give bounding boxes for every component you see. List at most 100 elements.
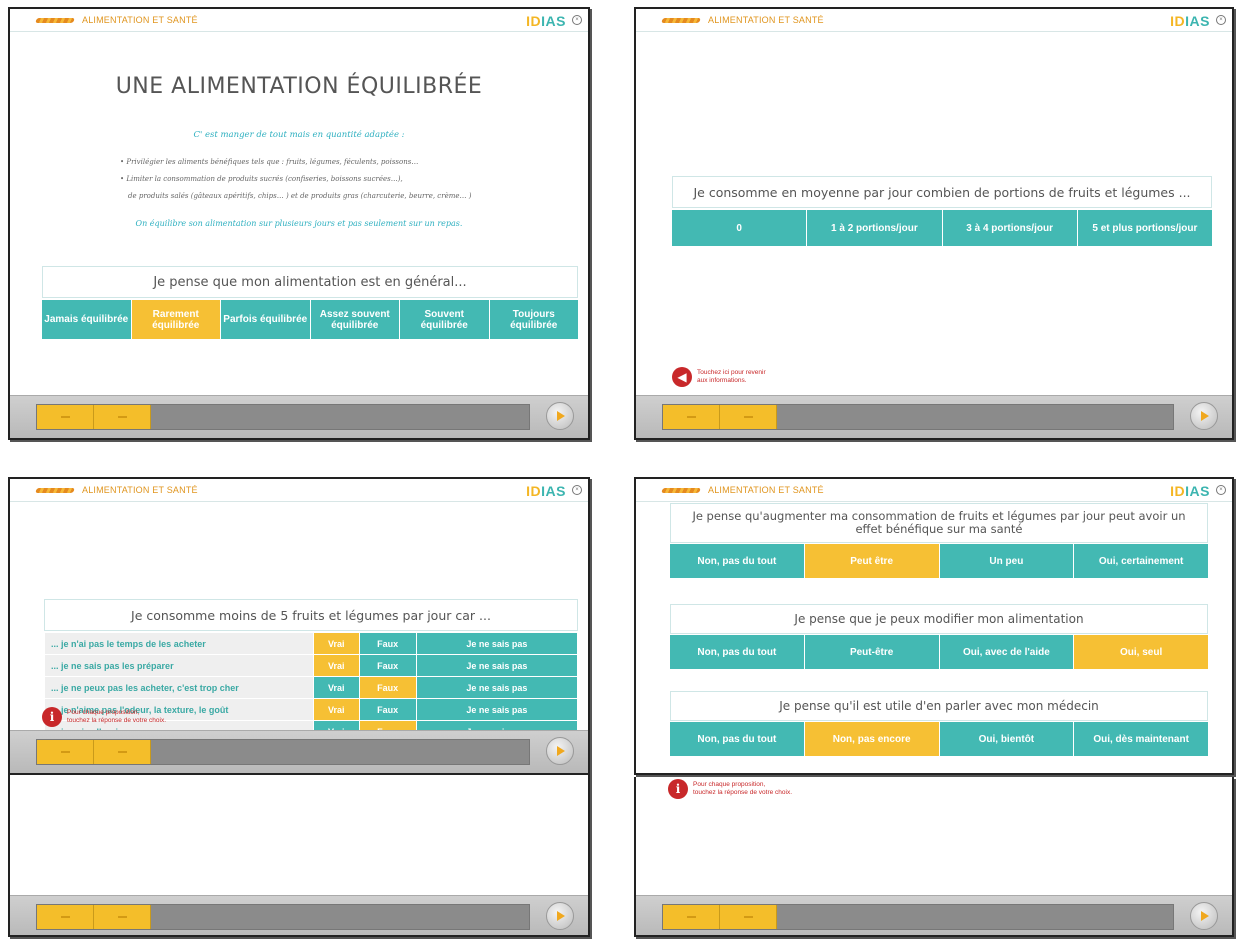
brand: ALIMENTATION ET SANTÉ: [35, 14, 198, 26]
next-play-icon[interactable]: [1190, 402, 1218, 430]
bullet-text: de produits salés (gâteaux apéritifs, ch…: [128, 192, 472, 200]
answer-cell[interactable]: Faux: [358, 676, 417, 699]
nav-button-1[interactable]: [37, 405, 94, 429]
progress-bar: [662, 404, 1174, 430]
option-jamais[interactable]: Jamais équilibrée: [42, 300, 132, 339]
note-text: On équilibre son alimentation sur plusie…: [135, 219, 463, 228]
option[interactable]: Peut être: [804, 544, 940, 578]
header: ALIMENTATION ET SANTÉ IDIAS ×: [10, 479, 588, 501]
hint-text: Touchez ici pour revenir aux informations…: [697, 369, 766, 384]
option[interactable]: Oui, certainement: [1074, 544, 1208, 578]
table-row: ... je n'ai pas le temps de les acheter V…: [44, 632, 579, 655]
header: ALIMENTATION ET SANTÉ IDIAS ×: [636, 479, 1232, 501]
option[interactable]: Oui, bientôt: [939, 722, 1075, 756]
answer-cell[interactable]: Je ne sais pas: [415, 654, 579, 677]
answer-cell[interactable]: Je ne sais pas: [415, 698, 579, 721]
nav-button-2[interactable]: [94, 405, 151, 429]
idias-logo: IDIAS: [1170, 483, 1210, 499]
idias-logo: IDIAS: [526, 483, 566, 499]
option-1-2[interactable]: 1 à 2 portions/jour: [807, 210, 943, 246]
nav-button-1[interactable]: [663, 905, 720, 929]
progress-bar: [36, 739, 530, 765]
screen-beliefs: ALIMENTATION ET SANTÉ IDIAS × Je pense q…: [634, 477, 1234, 775]
footer-bar: [636, 395, 1232, 438]
table-row: ... je ne peux pas les acheter, c'est tr…: [44, 676, 579, 699]
option-assez-souvent[interactable]: Assez souvent équilibrée: [310, 300, 400, 339]
option-souvent[interactable]: Souvent équilibrée: [400, 300, 490, 339]
reason-label: ... je n'ai pas le temps de les acheter: [44, 632, 314, 655]
option[interactable]: Oui, seul: [1074, 635, 1208, 669]
option[interactable]: Un peu: [939, 544, 1075, 578]
brand: ALIMENTATION ET SANTÉ: [35, 484, 198, 496]
info-icon: i: [42, 707, 62, 727]
brand-title: ALIMENTATION ET SANTÉ: [708, 485, 824, 495]
brand-logo-icon: [35, 487, 75, 493]
close-icon[interactable]: ×: [1216, 15, 1226, 25]
nav-button-2[interactable]: [94, 905, 151, 929]
brand-title: ALIMENTATION ET SANTÉ: [82, 15, 198, 25]
hint-text: Pour chaque proposition, touchez la répon…: [67, 709, 167, 724]
nav-button-1[interactable]: [37, 740, 94, 764]
progress-bar: [36, 904, 530, 930]
next-play-icon[interactable]: [546, 737, 574, 765]
option[interactable]: Peut-être: [804, 635, 940, 669]
screen-portions: ALIMENTATION ET SANTÉ IDIAS × Je consomm…: [634, 7, 1234, 440]
option-0[interactable]: 0: [672, 210, 808, 246]
nav-button-2[interactable]: [720, 905, 777, 929]
question-text: Je pense que je peux modifier mon alimen…: [670, 604, 1208, 634]
option-5-plus[interactable]: 5 et plus portions/jour: [1077, 210, 1212, 246]
footer-bar: [636, 895, 1232, 935]
hint-text: Pour chaque proposition, touchez la répon…: [693, 781, 793, 796]
option-parfois[interactable]: Parfois équilibrée: [221, 300, 311, 339]
question-text: Je consomme en moyenne par jour combien …: [672, 176, 1212, 208]
nav-button-1[interactable]: [663, 405, 720, 429]
next-play-icon[interactable]: [1190, 902, 1218, 930]
option[interactable]: Non, pas du tout: [670, 544, 805, 578]
answer-cell[interactable]: Faux: [358, 632, 417, 655]
screen-reasons-lower: [8, 775, 590, 937]
question-text: Je consomme moins de 5 fruits et légumes…: [44, 599, 578, 631]
nav-button-1[interactable]: [37, 905, 94, 929]
question-text: Je pense qu'il est utile d'en parler ave…: [670, 691, 1208, 721]
table-row: ... je ne sais pas les préparer Vrai Faux J…: [44, 654, 579, 677]
footer-bar: [10, 395, 588, 438]
option-3-4[interactable]: 3 à 4 portions/jour: [942, 210, 1078, 246]
close-icon[interactable]: ×: [572, 15, 582, 25]
nav-button-2[interactable]: [94, 740, 151, 764]
nav-button-2[interactable]: [720, 405, 777, 429]
option[interactable]: Non, pas du tout: [670, 722, 805, 756]
answer-cell[interactable]: Vrai: [313, 632, 360, 655]
footer-bar: [10, 895, 588, 935]
header: ALIMENTATION ET SANTÉ IDIAS ×: [10, 9, 588, 31]
option-toujours[interactable]: Toujours équilibrée: [489, 300, 578, 339]
answer-cell[interactable]: Faux: [358, 698, 417, 721]
question-text: Je pense que mon alimentation est en gén…: [42, 266, 578, 298]
answer-cell[interactable]: Je ne sais pas: [415, 632, 579, 655]
answer-cell[interactable]: Faux: [358, 654, 417, 677]
brand: ALIMENTATION ET SANTÉ: [661, 484, 824, 496]
option[interactable]: Oui, dès maintenant: [1074, 722, 1208, 756]
option[interactable]: Non, pas du tout: [670, 635, 805, 669]
close-icon[interactable]: ×: [572, 485, 582, 495]
answer-cell[interactable]: Vrai: [313, 698, 360, 721]
option-rarement[interactable]: Rarement équilibrée: [131, 300, 221, 339]
option[interactable]: Oui, avec de l'aide: [939, 635, 1075, 669]
page-title: UNE ALIMENTATION ÉQUILIBRÉE: [115, 74, 483, 99]
answer-options: Non, pas du tout Peut être Un peu Oui, c…: [670, 544, 1208, 578]
info-hint: i Pour chaque proposition, touchez la rép…: [42, 707, 166, 727]
answer-cell[interactable]: Vrai: [313, 676, 360, 699]
screen-reasons: ALIMENTATION ET SANTÉ IDIAS × Je consomm…: [8, 477, 590, 775]
back-arrow-icon[interactable]: ◀: [672, 367, 692, 387]
close-icon[interactable]: ×: [1216, 485, 1226, 495]
option[interactable]: Non, pas encore: [804, 722, 940, 756]
brand: ALIMENTATION ET SANTÉ: [661, 14, 824, 26]
answer-options: 0 1 à 2 portions/jour 3 à 4 portions/jou…: [672, 210, 1212, 246]
next-play-icon[interactable]: [546, 402, 574, 430]
info-hint: i Pour chaque proposition, touchez la rép…: [668, 779, 792, 799]
question-text: Je pense qu'augmenter ma consommation de…: [670, 503, 1208, 543]
brand-logo-icon: [661, 17, 701, 23]
back-hint[interactable]: ◀ Touchez ici pour revenir aux informatio…: [672, 367, 766, 387]
answer-cell[interactable]: Je ne sais pas: [415, 676, 579, 699]
answer-cell[interactable]: Vrai: [313, 654, 360, 677]
next-play-icon[interactable]: [546, 902, 574, 930]
